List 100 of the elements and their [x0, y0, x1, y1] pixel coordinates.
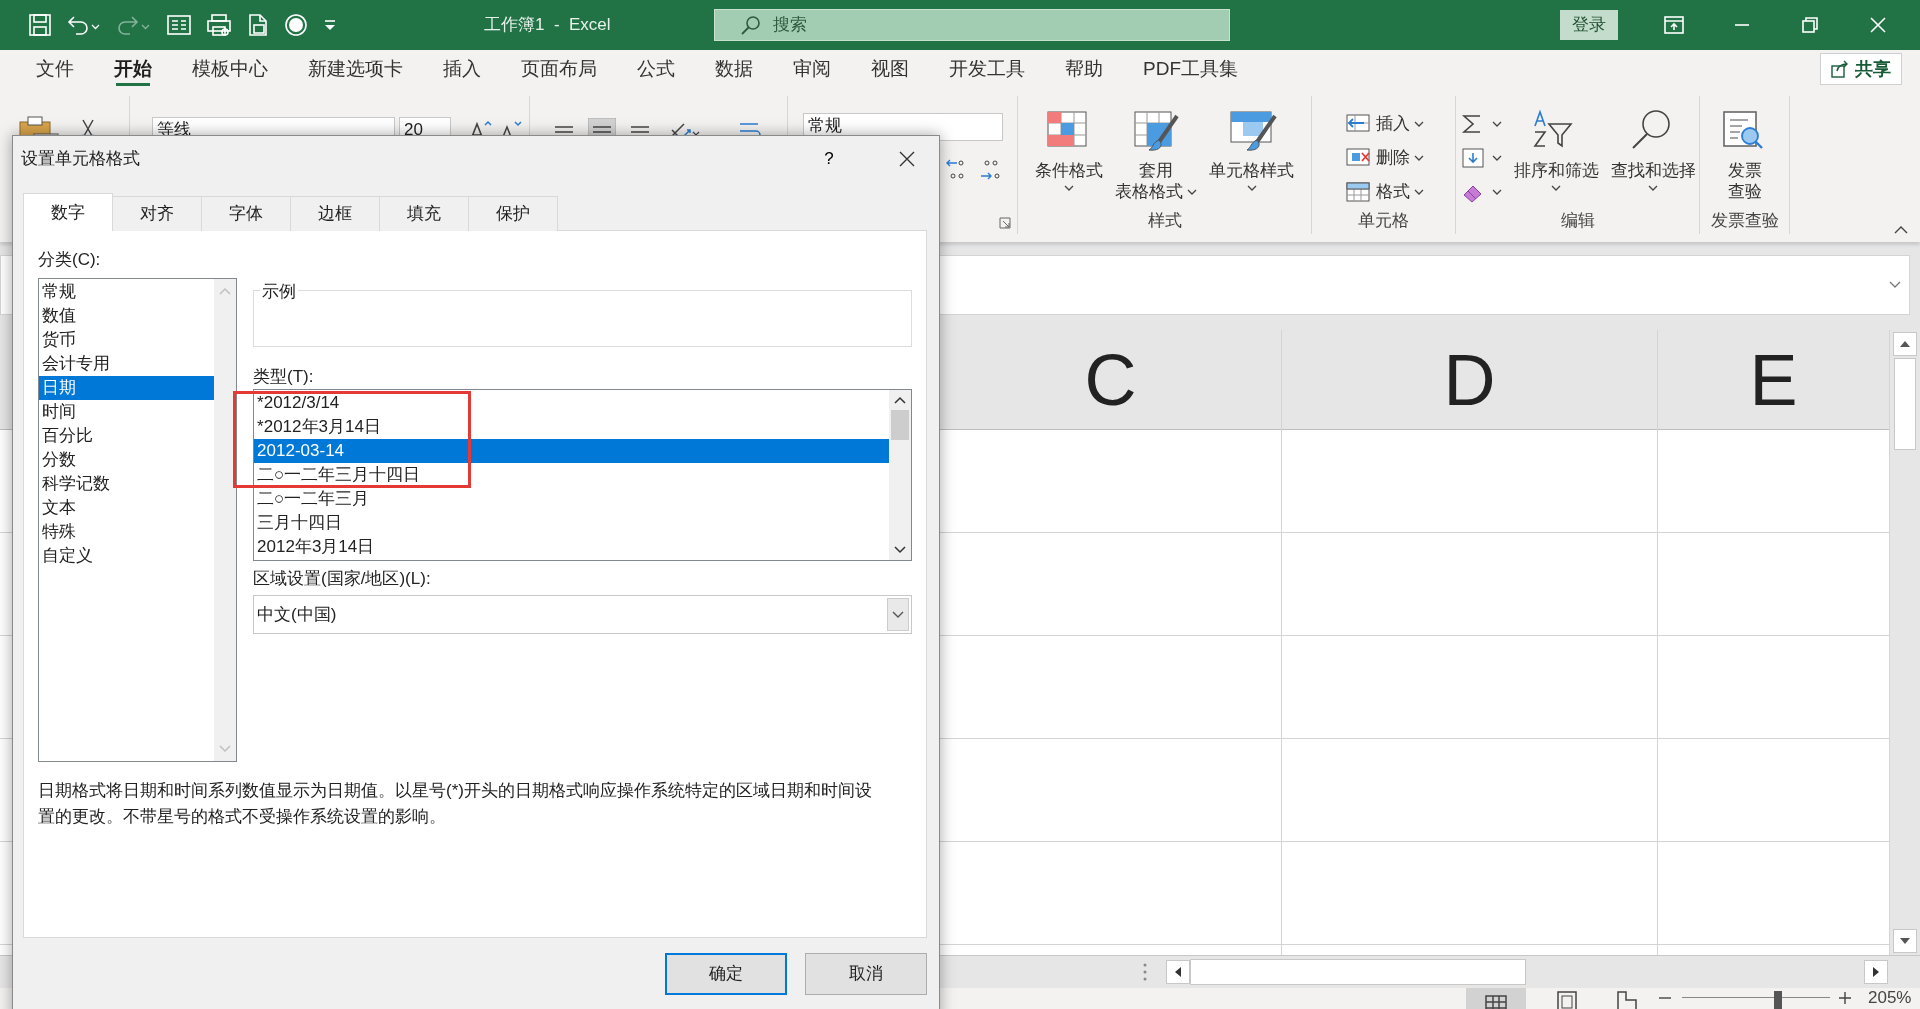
help-button[interactable]: ? [809, 144, 849, 173]
circle-icon[interactable] [284, 13, 308, 37]
list-item[interactable]: *2012年3月14日 [254, 415, 889, 439]
form-icon[interactable] [166, 13, 192, 37]
group-label: 样式 [1146, 210, 1183, 232]
scroll-thumb[interactable] [1190, 959, 1526, 985]
list-item[interactable]: 文本 [39, 496, 215, 520]
list-item[interactable]: 货币 [39, 328, 215, 352]
dialog-tab[interactable]: 填充 [379, 196, 469, 231]
document-icon[interactable] [246, 13, 270, 37]
share-button[interactable]: 共享 [1820, 53, 1902, 85]
ribbon-button[interactable]: 插入 [1339, 108, 1428, 140]
caret-up-icon[interactable] [894, 396, 906, 404]
ribbon-display-icon[interactable] [1662, 13, 1686, 37]
caret-icon [1063, 185, 1074, 191]
caret-icon [1551, 185, 1561, 191]
caret-icon [1491, 189, 1502, 195]
group-label: 发票查验 [1709, 210, 1780, 232]
ribbon-button[interactable]: 排序和筛选 [1509, 100, 1603, 208]
ribbon-tab[interactable]: 页面布局 [501, 50, 617, 88]
list-item[interactable]: 三月十四日 [254, 511, 889, 535]
ribbon-button[interactable]: 查找和选择 [1606, 100, 1700, 208]
scroll-thumb[interactable] [891, 410, 909, 440]
list-item[interactable]: 2012年3月14日 [254, 535, 889, 559]
scroll-right-button[interactable] [1864, 960, 1888, 984]
list-item[interactable]: 二○一二年三月 [254, 487, 889, 511]
scroll-down-button[interactable] [1893, 929, 1917, 953]
column-header[interactable]: E [1658, 330, 1889, 430]
column-header[interactable]: C [940, 330, 1281, 430]
ribbon-tab[interactable]: 插入 [423, 50, 501, 88]
caret-down-icon[interactable] [894, 546, 906, 554]
ribbon-tab[interactable]: 帮助 [1045, 50, 1123, 88]
ribbon-tab[interactable]: 开始 [94, 50, 172, 88]
dialog-button[interactable]: 确定 [665, 953, 787, 995]
group-label: 编辑 [1559, 210, 1596, 232]
expand-formula-icon[interactable] [1889, 281, 1901, 289]
page-layout-icon[interactable] [1556, 990, 1578, 1009]
list-item[interactable]: 时间 [39, 400, 215, 424]
ribbon-tab[interactable]: 新建选项卡 [288, 50, 423, 88]
ribbon-tab[interactable]: 视图 [851, 50, 929, 88]
ribbon-tab[interactable]: 数据 [695, 50, 773, 88]
normal-view-button[interactable] [1466, 988, 1526, 1009]
dialog-tab[interactable]: 对齐 [112, 196, 202, 231]
caret-icon [1413, 189, 1424, 195]
description-text: 日期格式将日期和时间系列数值显示为日期值。以星号(*)开头的日期格式响应操作系统特定的区域日期和时间设置的更改。不带星号的格式不受操作系统设置的影响。 [38, 780, 873, 828]
dialog-tab[interactable]: 数字 [23, 193, 113, 231]
ribbon-button[interactable]: 套用 表格格式 [1110, 100, 1202, 208]
ribbon-button[interactable]: 发票 查验 [1715, 100, 1774, 208]
category-list[interactable]: 常规 数值 货币 会计专用 日期 时间 百分比 分数 科学记数 文本 特殊 自定义 [38, 278, 238, 762]
list-item[interactable]: 百分比 [39, 424, 215, 448]
page-break-icon[interactable] [1616, 990, 1638, 1009]
dialog-tab[interactable]: 边框 [290, 196, 380, 231]
dialog-tab[interactable]: 字体 [201, 196, 291, 231]
scroll-up-button[interactable] [1893, 332, 1917, 356]
list-item[interactable]: 日期 [39, 376, 215, 400]
caret-down-icon [892, 610, 904, 619]
list-item[interactable]: 二○一二年三月十四日 [254, 463, 889, 487]
list-item[interactable]: 常规 [39, 280, 215, 304]
save-icon[interactable] [28, 13, 52, 37]
ribbon-button[interactable]: 格式 [1339, 176, 1428, 208]
locale-dropdown[interactable]: 中文(中国) [253, 595, 912, 634]
table-brush-icon [1131, 108, 1181, 152]
caret-icon [1413, 121, 1424, 127]
ribbon-button[interactable]: 单元格样式 [1205, 100, 1299, 208]
triangle-right-icon [1873, 967, 1879, 977]
ribbon-tab[interactable]: 模板中心 [172, 50, 288, 88]
zoom-thumb[interactable] [1774, 991, 1783, 1009]
list-item[interactable]: 分数 [39, 448, 215, 472]
list-item[interactable]: 特殊 [39, 520, 215, 544]
search-field[interactable]: 搜索 [714, 9, 1230, 41]
list-item[interactable]: *2012/3/14 [254, 391, 889, 415]
ribbon-tab[interactable]: PDF工具集 [1123, 50, 1258, 88]
sign-in-button[interactable]: 登录 [1560, 10, 1618, 40]
zoom-slider[interactable] [1682, 988, 1830, 1007]
splitter-icon[interactable] [1142, 962, 1148, 982]
list-item[interactable]: 数值 [39, 304, 215, 328]
dialog-launcher-icon[interactable] [999, 217, 1011, 229]
column-header[interactable]: D [1282, 330, 1657, 430]
dialog-button[interactable]: 取消 [805, 953, 927, 995]
list-item[interactable]: 科学记数 [39, 472, 215, 496]
scroll-left-button[interactable] [1166, 960, 1190, 984]
ribbon-tab[interactable]: 审阅 [773, 50, 851, 88]
dialog-tab[interactable]: 保护 [468, 196, 558, 231]
ribbon-tab[interactable]: 开发工具 [929, 50, 1045, 88]
list-item[interactable]: 自定义 [39, 544, 215, 568]
collapse-ribbon-icon[interactable] [1894, 226, 1908, 234]
undo-icon[interactable] [66, 13, 102, 37]
caret-icon [1491, 155, 1502, 161]
zoom-level[interactable]: 205% [1868, 988, 1912, 1007]
list-item[interactable]: 2012-03-14 [254, 439, 889, 463]
ribbon-tab[interactable]: 公式 [617, 50, 695, 88]
caret-down-icon [219, 745, 232, 753]
ribbon-button[interactable]: 条件格式 [1030, 100, 1107, 208]
field-label: 类型(T): [253, 366, 315, 388]
ribbon-button[interactable]: 删除 [1339, 142, 1428, 174]
print-preview-icon[interactable] [206, 13, 232, 37]
ribbon-tab[interactable]: 文件 [16, 50, 94, 88]
scroll-thumb[interactable] [1894, 358, 1916, 450]
list-item[interactable]: 会计专用 [39, 352, 215, 376]
type-list[interactable]: *2012/3/14 *2012年3月14日 2012-03-14 二○一二年三月十四日 二○一二年三月 三月十四日 2012年3月14日 [253, 389, 912, 561]
